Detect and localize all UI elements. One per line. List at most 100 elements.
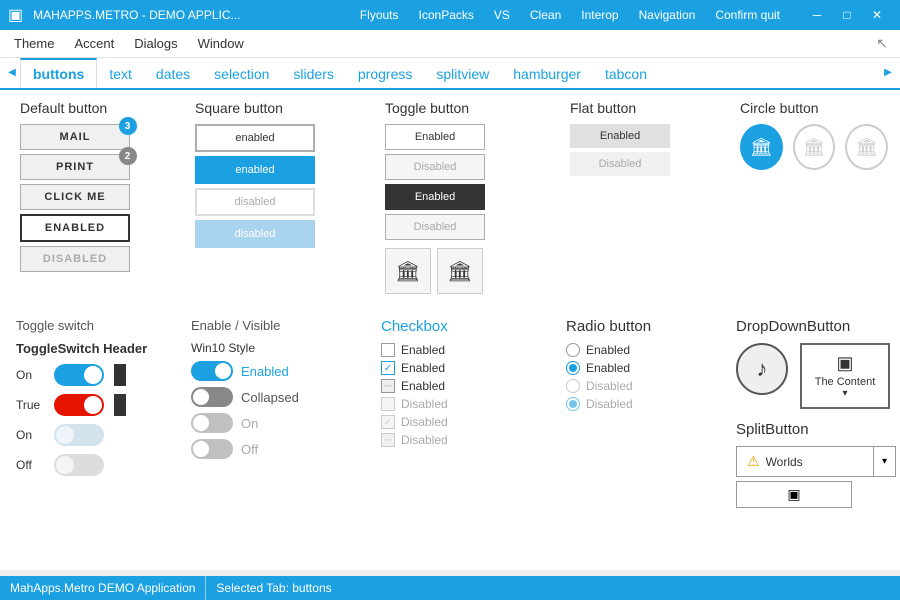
clickme-button[interactable]: CLICK ME [20,184,130,210]
menu-window[interactable]: Window [188,30,254,58]
cursor-icon: ↖ [876,35,888,52]
toggle-right-cap [114,364,126,386]
circle-button-2: 🏛 [793,124,836,170]
nav-navigation[interactable]: Navigation [629,0,706,30]
toggle-label-true: True [16,398,46,412]
enabled-button[interactable]: ENABLED [20,214,130,242]
toggle-on-knob [84,366,102,384]
tab-progress[interactable]: progress [346,60,424,88]
checkbox-row-0: Enabled [381,343,566,357]
split-warning-icon: ⚠ [747,453,760,470]
close-button[interactable]: ✕ [862,0,892,30]
enable-disabled-off-row: Off [191,439,381,459]
radio-button-section: Radio button Enabled Enabled Disabled Di… [566,318,736,508]
nav-interop[interactable]: Interop [571,0,628,30]
win10-disabled-off-knob [193,441,209,457]
enable-collapsed-row: Collapsed [191,387,381,407]
minimize-button[interactable]: ─ [802,0,832,30]
nav-confirm-quit[interactable]: Confirm quit [705,0,790,30]
flat-disabled-button: Disabled [570,152,670,176]
toggle-gray-switch [54,424,104,446]
toggle-right-cap2 [114,394,126,416]
scroll-right-button[interactable]: ▶ [880,58,896,88]
tab-selection[interactable]: selection [202,60,281,88]
radio-label-2: Disabled [586,379,633,393]
checkbox-2[interactable]: ─ [381,379,395,393]
print-badge: 2 [119,147,137,165]
flat-enabled-button[interactable]: Enabled [570,124,670,148]
checkbox-row-1: ✓ Enabled [381,361,566,375]
tab-hamburger[interactable]: hamburger [501,60,593,88]
square-enabled-button[interactable]: enabled [195,124,315,152]
tab-text[interactable]: text [97,60,144,88]
radio-label-1: Enabled [586,361,630,375]
toggle-label-off: Off [16,458,46,472]
music-circle-button[interactable]: ♪ [736,343,788,395]
toggle-icon-button-1[interactable]: 🏛 [385,248,431,294]
checkbox-row-3: Disabled [381,397,566,411]
toggle-on-switch[interactable] [54,364,104,386]
menubar: Theme Accent Dialogs Window ↖ [0,30,900,58]
checkbox-0[interactable] [381,343,395,357]
window-title: MAHAPPS.METRO - DEMO APPLIC... [33,8,346,22]
toggle-button-title: Toggle button [385,100,562,116]
toggle-icon-button-2[interactable]: 🏛 [437,248,483,294]
nav-clean[interactable]: Clean [520,0,571,30]
toggle-row-on: On [16,364,191,386]
win10-collapsed-toggle[interactable] [191,387,233,407]
tab-splitview[interactable]: splitview [424,60,501,88]
radio-0[interactable] [566,343,580,357]
enable-disabled-off-label: Off [241,442,258,457]
circle-button-1[interactable]: 🏛 [740,124,783,170]
scroll-left-button[interactable]: ◀ [4,58,20,88]
square-button-group: Square button enabled enabled disabled d… [191,100,381,298]
radio-inner-1 [569,364,577,372]
split-arrow-button[interactable]: ▾ [874,446,896,477]
checkbox-label-3: Disabled [401,397,448,411]
mail-button[interactable]: MAIL 3 [20,124,130,150]
toggle-red-switch[interactable] [54,394,104,416]
nav-vs[interactable]: VS [484,0,520,30]
radio-button-title: Radio button [566,318,736,335]
checkbox-label-0: Enabled [401,343,445,357]
checkbox-1[interactable]: ✓ [381,361,395,375]
split-button-row: ⚠ Worlds ▾ [736,446,896,477]
tab-tabcon[interactable]: tabcon [593,60,659,88]
radio-1[interactable] [566,361,580,375]
nav-flyouts[interactable]: Flyouts [350,0,409,30]
menu-theme[interactable]: Theme [4,30,64,58]
mail-badge: 3 [119,117,137,135]
split-extra-row[interactable]: ▣ [736,481,852,508]
dropdown-content-button[interactable]: ▣ The Content ▾ [800,343,890,409]
tab-dates[interactable]: dates [144,60,202,88]
square-active-button[interactable]: enabled [195,156,315,184]
toggle-enabled-button[interactable]: Enabled [385,124,485,150]
radio-2 [566,379,580,393]
maximize-button[interactable]: □ [832,0,862,30]
toggle-active-button[interactable]: Enabled [385,184,485,210]
nav-iconpacks[interactable]: IconPacks [409,0,484,30]
toggle-switch-header: ToggleSwitch Header [16,341,191,356]
dropdown-button-title: DropDownButton [736,318,896,335]
split-main-button[interactable]: ⚠ Worlds [736,446,874,477]
dropdown-split-section: DropDownButton ♪ ▣ The Content ▾ SplitBu… [736,318,896,508]
checkbox-label-2: Enabled [401,379,445,393]
print-button[interactable]: PRINT 2 [20,154,130,180]
enable-visible-title: Enable / Visible [191,318,381,333]
titlebar: ▣ MAHAPPS.METRO - DEMO APPLIC... Flyouts… [0,0,900,30]
radio-row-2: Disabled [566,379,736,393]
disabled-button: DISABLED [20,246,130,272]
button-demos: Default button MAIL 3 PRINT 2 CLICK ME E… [16,100,884,298]
checkbox-row-4: ✓ Disabled [381,415,566,429]
checkbox-4: ✓ [381,415,395,429]
statusbar-selected-tab: Selected Tab: buttons [206,576,341,600]
tab-sliders[interactable]: sliders [281,60,345,88]
menu-accent[interactable]: Accent [64,30,124,58]
win10-enabled-toggle[interactable] [191,361,233,381]
radio-row-3: Disabled [566,397,736,411]
menu-dialogs[interactable]: Dialogs [124,30,187,58]
tab-buttons[interactable]: buttons [20,58,97,88]
toggle-disabled-button: Disabled [385,154,485,180]
win10-collapsed-knob [193,389,209,405]
toggle-switch-title: Toggle switch [16,318,191,333]
